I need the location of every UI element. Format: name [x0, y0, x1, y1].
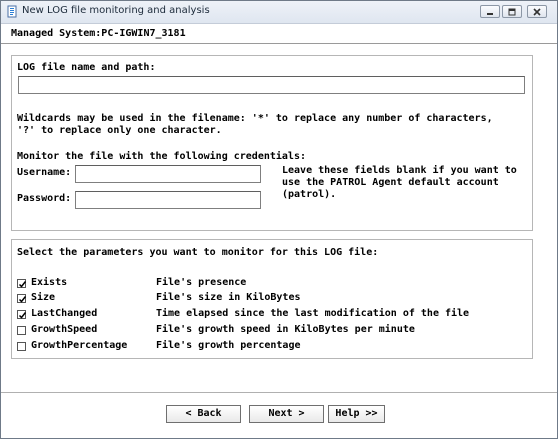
help-button[interactable]: Help >>: [328, 405, 385, 423]
minimize-icon: [487, 13, 493, 15]
wildcard-note-line1: Wildcards may be used in the filename: '…: [17, 113, 493, 124]
username-label: Username:: [17, 167, 72, 178]
parameters-heading: Select the parameters you want to monito…: [17, 247, 379, 258]
managed-system-header: Managed System:PC-IGWIN7_3181: [1, 24, 557, 44]
size-description: File's size in KiloBytes: [156, 292, 301, 303]
title-bar[interactable]: New LOG file monitoring and analysis: [1, 1, 557, 24]
username-input[interactable]: [75, 165, 261, 183]
exists-label: Exists: [31, 277, 68, 288]
window-title: New LOG file monitoring and analysis: [22, 5, 210, 16]
restore-button[interactable]: [502, 5, 522, 18]
credentials-hint-line2: use the PATROL Agent default account: [282, 177, 499, 188]
app-icon: [7, 5, 17, 18]
size-checkbox[interactable]: [17, 294, 27, 303]
password-input[interactable]: [75, 191, 261, 209]
credentials-hint-line3: (patrol).: [282, 189, 337, 200]
growthspeed-label: GrowthSpeed: [31, 324, 98, 335]
footer-divider: [1, 392, 557, 393]
exists-checkbox[interactable]: [17, 279, 27, 288]
path-label: LOG file name and path:: [17, 62, 156, 73]
credentials-hint-line1: Leave these fields blank if you want to: [282, 165, 517, 176]
lastchanged-label: LastChanged: [31, 308, 98, 319]
next-button[interactable]: Next >: [249, 405, 324, 423]
password-label: Password:: [17, 193, 72, 204]
path-input[interactable]: [18, 76, 525, 94]
close-icon: [533, 8, 541, 16]
exists-description: File's presence: [156, 277, 247, 288]
growthspeed-description: File's growth speed in KiloBytes per min…: [156, 324, 415, 335]
lastchanged-checkbox[interactable]: [17, 310, 27, 319]
minimize-button[interactable]: [480, 5, 500, 18]
credentials-label: Monitor the file with the following cred…: [17, 151, 306, 162]
checkmark-icon: [18, 296, 27, 303]
back-button[interactable]: < Back: [166, 405, 241, 423]
wildcard-note-line2: '?' to replace only one character.: [17, 125, 222, 136]
growthpercentage-checkbox[interactable]: [17, 342, 26, 351]
checkmark-icon: [18, 281, 27, 288]
file-panel: LOG file name and path: Wildcards may be…: [11, 55, 533, 231]
checkmark-icon: [18, 312, 27, 319]
lastchanged-description: Time elapsed since the last modification…: [156, 308, 470, 319]
managed-system-label: Managed System:PC-IGWIN7_3181: [11, 28, 186, 39]
dialog-window: New LOG file monitoring and analysis Man…: [0, 0, 558, 439]
growthpercentage-description: File's growth percentage: [156, 340, 301, 351]
growthspeed-checkbox[interactable]: [17, 326, 26, 335]
restore-icon: [508, 8, 516, 16]
close-button[interactable]: [527, 5, 547, 18]
parameters-panel: Select the parameters you want to monito…: [11, 239, 533, 359]
size-label: Size: [31, 292, 56, 303]
growthpercentage-label: GrowthPercentage: [31, 340, 128, 351]
